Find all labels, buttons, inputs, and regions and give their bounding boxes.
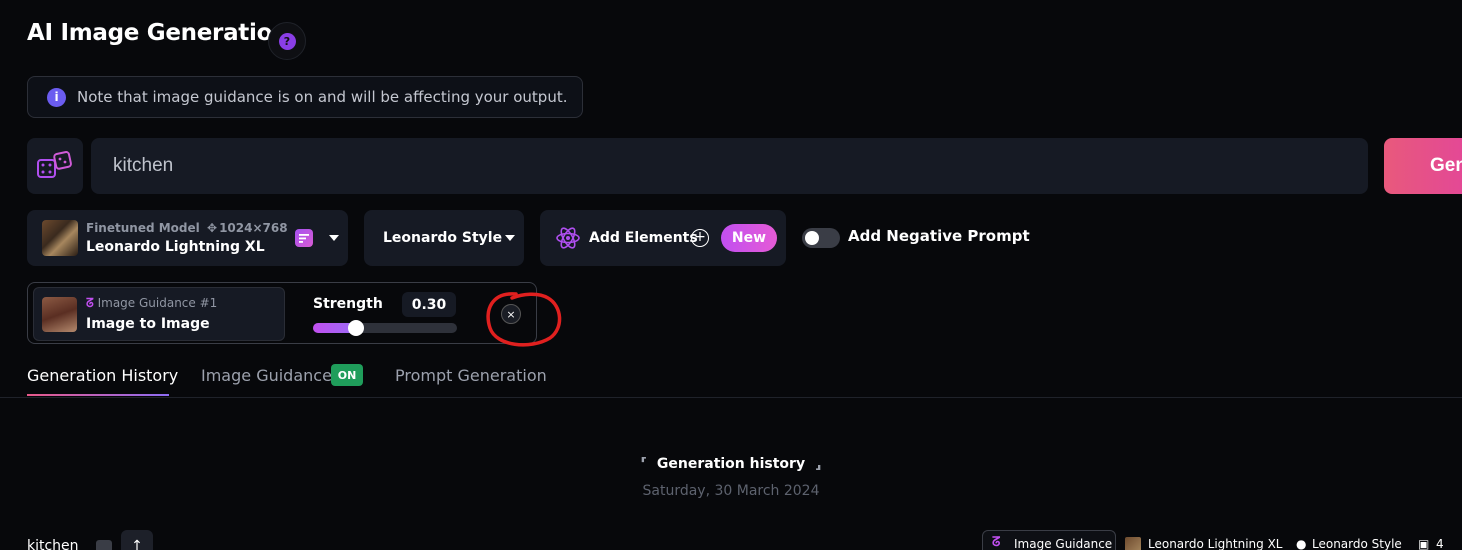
model-settings-icon[interactable] [295,229,313,247]
add-elements-button[interactable]: Add Elements + New [540,210,786,266]
move-icon: ✥ [207,221,218,235]
drop-icon: ● [1296,537,1307,550]
chevron-down-icon[interactable] [329,235,339,241]
prompt-input[interactable] [91,138,1368,194]
question-icon: ? [278,32,296,50]
strength-label: Strength [313,296,383,312]
style-label: Leonardo Style [383,230,503,246]
bracket-left-icon: ⸢ [640,456,647,472]
tabs-divider [0,397,1462,398]
red-circle-annotation [486,292,562,347]
strength-value[interactable]: 0.30 [402,292,456,317]
model-dimensions-text: 1024×768 [219,221,288,235]
model-thumbnail [42,220,78,256]
guidance-thumbnail [42,297,77,332]
active-tab-indicator [27,394,169,396]
image-guidance-panel: ᘔ Image Guidance #1 Image to Image Stren… [27,282,537,344]
info-icon: i [47,87,66,107]
copy-icon[interactable] [96,540,112,550]
toggle-knob [805,231,819,245]
guidance-type: Image to Image [86,316,210,332]
strength-slider[interactable] [313,323,457,333]
guidance-icon: ᘔ [992,535,1001,550]
add-elements-label: Add Elements [589,230,698,246]
tab-image-guidance[interactable]: Image Guidance [201,366,332,385]
image-guidance-card[interactable]: ᘔ Image Guidance #1 Image to Image [33,287,285,341]
history-prompt-text: kitchen [27,538,79,550]
tab-prompt-generation[interactable]: Prompt Generation [395,366,547,385]
history-guidance-chip[interactable]: ᘔ Image Guidance [982,530,1116,550]
page-title: AI Image Generation [27,20,289,46]
generate-button[interactable]: Generate [1384,138,1462,194]
model-name: Leonardo Lightning XL [86,239,265,255]
history-model: Leonardo Lightning XL [1148,537,1283,550]
guidance-icon: ᘔ [86,296,94,310]
guidance-notice: i Note that image guidance is on and wil… [27,76,583,118]
strength-slider-handle[interactable] [348,320,364,336]
chip-label: Image Guidance [1014,537,1113,550]
new-badge: New [721,224,777,252]
model-thumbnail [1125,537,1141,550]
image-count-icon: ▣ [1418,537,1430,550]
negative-prompt-toggle[interactable] [802,228,840,248]
plus-icon: + [691,229,709,247]
history-date: Saturday, 30 March 2024 [642,483,820,499]
negative-prompt-label: Add Negative Prompt [848,227,1030,245]
help-button[interactable]: ? [268,22,306,60]
history-count: 4 [1436,537,1444,550]
reuse-prompt-button[interactable]: ↑ [121,530,153,550]
guidance-sublabel: ᘔ Image Guidance #1 [86,296,217,311]
history-style: Leonardo Style [1312,537,1402,550]
model-dimensions: ✥ 1024×768 [207,221,288,235]
guidance-on-badge: ON [331,364,363,386]
history-title: Generation history [656,456,806,472]
atom-icon [556,227,580,249]
style-selector[interactable]: Leonardo Style [364,210,524,266]
model-selector[interactable]: Finetuned Model ✥ 1024×768 Leonardo Light… [27,210,348,266]
chevron-down-icon [505,235,515,241]
model-sublabel: Finetuned Model [86,221,200,235]
notice-text: Note that image guidance is on and will … [77,88,568,106]
tab-generation-history[interactable]: Generation History [27,366,178,385]
guidance-sublabel-text: Image Guidance #1 [97,296,218,310]
arrow-up-icon: ↑ [131,538,143,550]
random-prompt-button[interactable] [27,138,83,194]
bracket-right-icon: ⸥ [815,456,822,472]
history-heading: ⸢ Generation history ⸥ [0,456,1462,472]
dice-icon [37,151,72,178]
